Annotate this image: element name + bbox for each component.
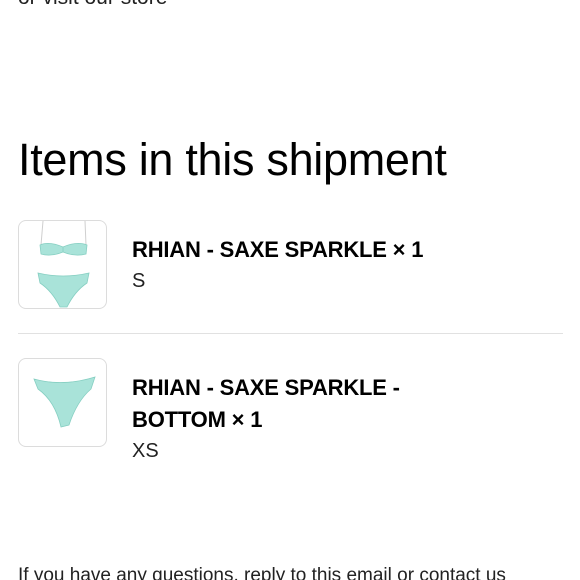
item-variant: XS (132, 440, 159, 462)
bikini-set-image (18, 220, 107, 309)
questions-text: If you have any questions, reply to this… (18, 565, 506, 580)
email-page: or visit our store Items in this shipmen… (0, 0, 580, 580)
item-name[interactable]: RHIAN - SAXE SPARKLE × 1 (132, 234, 462, 266)
item-variant: S (132, 270, 146, 292)
item-name[interactable]: RHIAN - SAXE SPARKLE - BOTTOM × 1 (132, 372, 462, 436)
section-title: Items in this shipment (18, 134, 447, 185)
visit-store-link[interactable]: or visit our store (18, 0, 167, 10)
item-details: RHIAN - SAXE SPARKLE - BOTTOM × 1 XS (132, 372, 462, 464)
bikini-bottom-image (18, 358, 107, 447)
item-divider (18, 333, 563, 334)
item-details: RHIAN - SAXE SPARKLE × 1 S (132, 234, 462, 294)
